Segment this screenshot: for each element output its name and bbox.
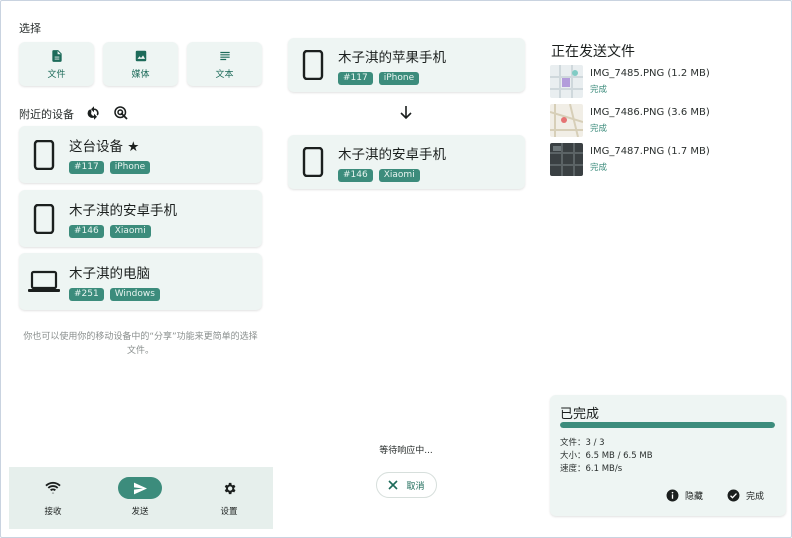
done-label: 完成 bbox=[746, 492, 765, 502]
progress-bar bbox=[560, 422, 775, 428]
check-circle-icon bbox=[727, 489, 740, 502]
nav-settings[interactable]: 设置 bbox=[199, 477, 259, 517]
device-name: 这台设备 ★ bbox=[69, 139, 140, 155]
device-model-badge: iPhone bbox=[109, 161, 151, 174]
device-model-badge: iPhone bbox=[378, 71, 420, 85]
file-item: IMG_7485.PNG (1.2 MB) 完成 bbox=[550, 65, 780, 99]
receiver-device-card: 木子淇的安卓手机 #146 Xiaomi bbox=[288, 135, 525, 189]
hide-label: 隐藏 bbox=[685, 492, 704, 502]
refresh-icon[interactable] bbox=[85, 104, 103, 122]
device-card-computer[interactable]: 木子淇的电脑 #251 Windows bbox=[19, 253, 262, 310]
phone-icon bbox=[19, 139, 69, 170]
file-name: IMG_7487.PNG (1.7 MB) bbox=[590, 146, 710, 157]
device-model-badge: Xiaomi bbox=[378, 168, 420, 182]
device-id-badge: #117 bbox=[338, 71, 373, 85]
gear-icon bbox=[207, 477, 251, 499]
cancel-button[interactable]: 取消 bbox=[376, 472, 437, 498]
file-item: IMG_7486.PNG (3.6 MB) 完成 bbox=[550, 104, 780, 138]
nearby-devices-label: 附近的设备 bbox=[19, 108, 74, 121]
file-name: IMG_7485.PNG (1.2 MB) bbox=[590, 68, 710, 79]
file-item: IMG_7487.PNG (1.7 MB) 完成 bbox=[550, 143, 780, 177]
device-card-this-device[interactable]: 这台设备 ★ #117 iPhone bbox=[19, 126, 262, 183]
select-text-button[interactable]: 文本 bbox=[187, 42, 262, 86]
app-window: 选择 文件 媒体 文本 附近的设备 这台设备 ★ #117 iPhone 木子淇… bbox=[0, 0, 792, 538]
phone-icon bbox=[288, 50, 338, 80]
file-status: 完成 bbox=[590, 124, 608, 134]
summary-title: 已完成 bbox=[560, 407, 600, 422]
nav-send-label: 发送 bbox=[131, 507, 149, 517]
device-card-android-phone[interactable]: 木子淇的安卓手机 #146 Xiaomi bbox=[19, 190, 262, 247]
speed-text: 速度：6.1 MB/s bbox=[560, 464, 623, 474]
file-thumbnail bbox=[550, 104, 583, 137]
text-icon bbox=[219, 51, 230, 60]
file-name: IMG_7486.PNG (3.6 MB) bbox=[590, 107, 710, 118]
device-name: 木子淇的电脑 bbox=[69, 266, 150, 282]
arrow-down-icon bbox=[400, 106, 412, 120]
select-section-label: 选择 bbox=[19, 22, 41, 35]
size-text: 大小：6.5 MB / 6.5 MB bbox=[560, 451, 653, 461]
share-hint-text: 你也可以使用你的移动设备中的“分享”功能来更简单的选择文件。 bbox=[23, 332, 258, 356]
file-status: 完成 bbox=[590, 85, 608, 95]
sender-device-name: 木子淇的苹果手机 bbox=[338, 49, 446, 66]
select-file-button[interactable]: 文件 bbox=[19, 42, 94, 86]
wifi-icon bbox=[31, 477, 75, 499]
device-id-badge: #117 bbox=[69, 161, 104, 174]
done-button[interactable]: 完成 bbox=[727, 489, 764, 502]
nav-receive[interactable]: 接收 bbox=[23, 477, 83, 517]
file-status: 完成 bbox=[590, 163, 608, 173]
file-thumbnail bbox=[550, 143, 583, 176]
transfer-summary-card: 已完成 文件：3 / 3 大小：6.5 MB / 6.5 MB 速度：6.1 M… bbox=[550, 395, 786, 516]
nav-settings-label: 设置 bbox=[220, 507, 238, 517]
cancel-label: 取消 bbox=[406, 481, 425, 492]
image-icon bbox=[135, 50, 146, 61]
select-media-label: 媒体 bbox=[131, 69, 150, 80]
device-name: 木子淇的安卓手机 bbox=[69, 203, 177, 219]
hide-button[interactable]: 隐藏 bbox=[666, 489, 703, 502]
waiting-status-text: 等待响应中... bbox=[379, 446, 433, 456]
files-count-text: 文件：3 / 3 bbox=[560, 438, 605, 448]
select-text-label: 文本 bbox=[215, 69, 234, 80]
info-icon bbox=[666, 489, 679, 502]
device-id-badge: #146 bbox=[69, 225, 104, 238]
select-file-label: 文件 bbox=[47, 69, 66, 80]
phone-icon bbox=[288, 147, 338, 177]
file-icon bbox=[51, 49, 62, 62]
file-thumbnail bbox=[550, 65, 583, 98]
nav-receive-label: 接收 bbox=[44, 507, 62, 517]
scan-target-icon[interactable] bbox=[112, 104, 130, 122]
select-media-button[interactable]: 媒体 bbox=[103, 42, 178, 86]
receiver-device-name: 木子淇的安卓手机 bbox=[338, 146, 446, 163]
close-icon bbox=[388, 480, 399, 490]
phone-icon bbox=[19, 203, 69, 234]
device-model-badge: Windows bbox=[109, 288, 160, 301]
device-model-badge: Xiaomi bbox=[109, 225, 151, 238]
laptop-icon bbox=[19, 270, 69, 294]
bottom-navigation: 接收 发送 设置 bbox=[9, 467, 273, 529]
sending-files-title: 正在发送文件 bbox=[551, 44, 635, 60]
device-id-badge: #251 bbox=[69, 288, 104, 301]
sender-device-card: 木子淇的苹果手机 #117 iPhone bbox=[288, 38, 525, 92]
nav-send[interactable]: 发送 bbox=[110, 477, 170, 517]
send-icon bbox=[118, 477, 162, 499]
device-id-badge: #146 bbox=[338, 168, 373, 182]
progress-fill bbox=[560, 422, 775, 428]
